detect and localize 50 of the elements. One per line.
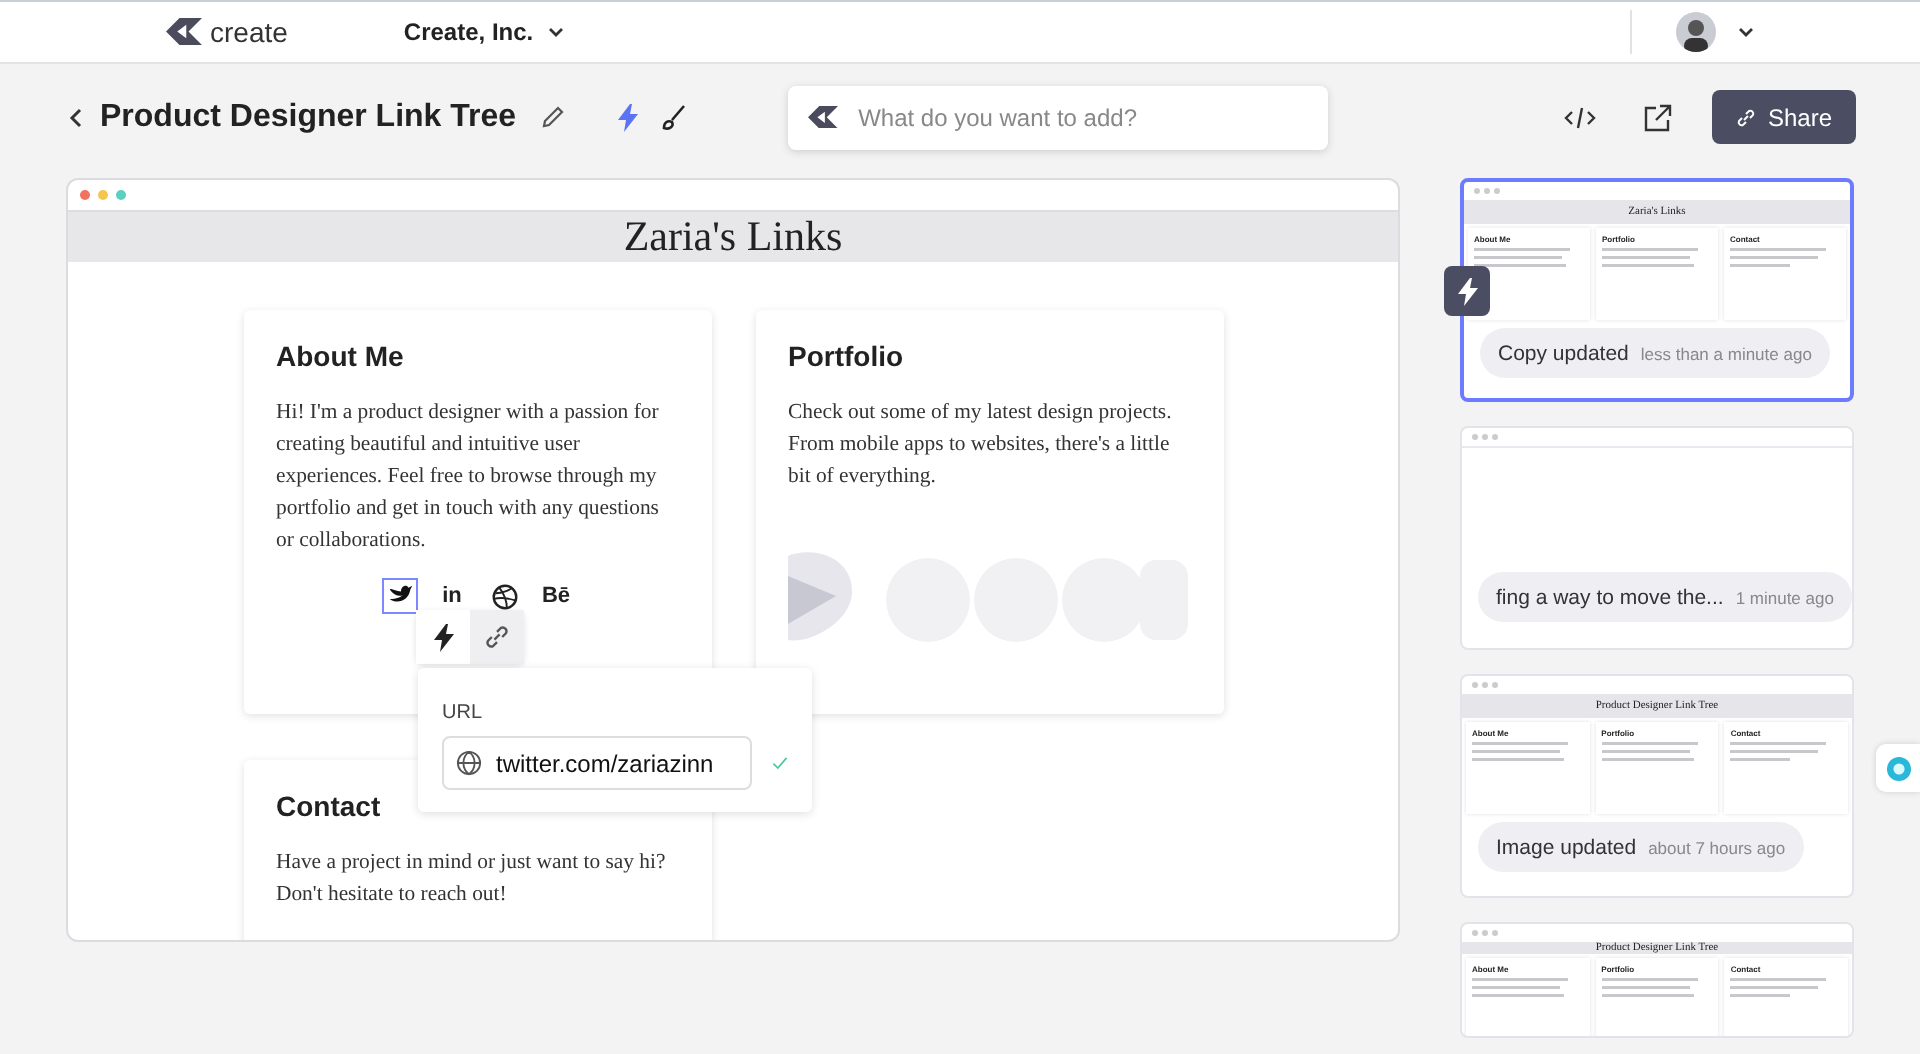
page-title: Product Designer Link Tree — [100, 99, 517, 135]
history-card[interactable]: fing a way to move the... 1 minute ago — [1460, 426, 1854, 650]
social-icon[interactable] — [488, 580, 520, 612]
back-icon[interactable] — [68, 107, 84, 127]
check-icon[interactable] — [772, 754, 788, 772]
card-heading: About Me — [276, 340, 406, 372]
history-label: Image updated — [1496, 835, 1637, 859]
link-icon — [484, 624, 510, 650]
window-dot — [98, 190, 108, 200]
card-text: Hi! I'm a product designer with a passion for creating beautiful and intuitive user experiences. Feel free to browse through my portfolio and get in touch with any questions or collaborations. — [276, 398, 661, 556]
assistant-icon — [1885, 755, 1911, 781]
prompt-field[interactable]: What do you want to add? — [854, 101, 1309, 133]
history-time: 1 minute ago — [1735, 587, 1834, 607]
avatar[interactable] — [1676, 12, 1716, 52]
chevron-down-icon[interactable] — [545, 22, 566, 42]
bolt-button[interactable] — [416, 610, 470, 664]
logo-text[interactable]: create — [210, 16, 288, 48]
brush-icon[interactable] — [660, 103, 689, 131]
card-heading: Portfolio — [788, 340, 906, 372]
social-link[interactable]: in — [436, 580, 468, 612]
link-button[interactable] — [470, 610, 524, 664]
field-label: URL — [442, 702, 483, 724]
bolt-icon[interactable] — [616, 103, 641, 131]
social-link[interactable]: Bē — [540, 580, 572, 612]
pencil-icon[interactable] — [540, 104, 567, 130]
history-time: about 7 hours ago — [1648, 837, 1786, 857]
prompt-box[interactable]: What do you want to add? — [788, 85, 1329, 149]
link-icon — [1735, 107, 1756, 127]
share-button[interactable]: Share — [1711, 90, 1856, 144]
org-name[interactable]: Create, Inc. — [403, 18, 534, 46]
external-link-icon[interactable] — [1643, 103, 1672, 131]
globe-icon — [456, 750, 482, 776]
card-text: Have a project in mind or just want to say hi? Don't hesitate to reach out! — [276, 848, 668, 910]
logo-icon — [166, 18, 202, 46]
site-title: Zaria's Links — [623, 212, 843, 262]
history-label: fing a way to move the... — [1496, 585, 1724, 609]
bolt-glyph[interactable] — [1455, 277, 1479, 305]
window-dot — [80, 190, 90, 200]
card-text: Check out some of my latest design projects. From mobile apps to websites, there's a little bit of everything. — [788, 398, 1174, 492]
chevron-down-icon[interactable] — [1736, 22, 1756, 42]
card-heading: Contact — [276, 790, 383, 822]
history-label: Copy updated — [1498, 341, 1629, 365]
window-dot — [116, 190, 126, 200]
bolt-glyph[interactable] — [431, 623, 455, 651]
history-time: less than a minute ago — [1640, 343, 1812, 363]
bolt-badge[interactable] — [1444, 266, 1490, 316]
url-field[interactable]: twitter.com/zariazinn — [442, 736, 752, 790]
code-icon[interactable] — [1563, 105, 1596, 129]
logo-icon — [808, 105, 839, 129]
social-icon[interactable] — [384, 580, 416, 612]
